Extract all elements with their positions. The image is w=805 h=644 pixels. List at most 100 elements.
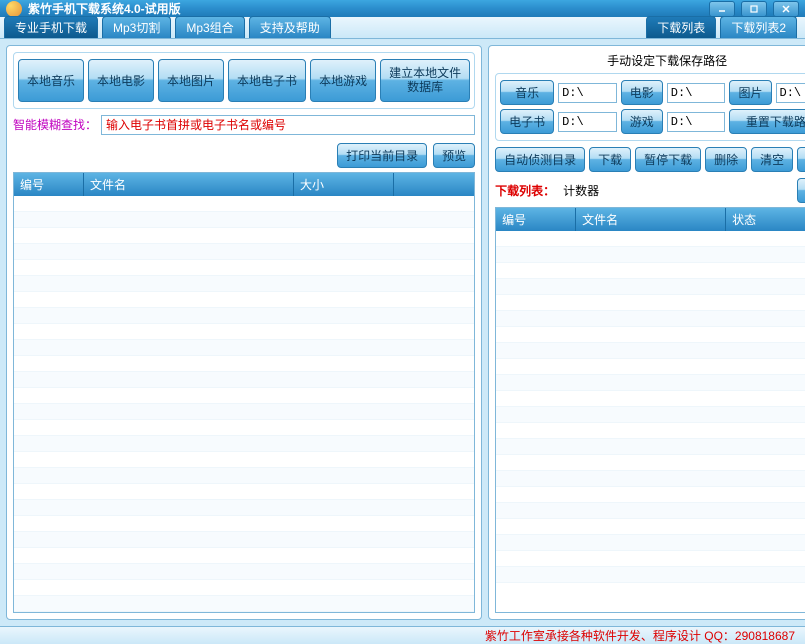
category-button[interactable]: 本地电子书 (228, 59, 306, 102)
reset-path-button[interactable]: 重置下载路径 (729, 109, 805, 134)
column-header[interactable]: 大小 (294, 173, 394, 196)
menu-tab[interactable]: 下载列表 (646, 16, 716, 38)
table-row[interactable] (14, 580, 474, 596)
column-header[interactable]: 编号 (14, 173, 84, 196)
table-row[interactable] (14, 500, 474, 516)
menu-tab[interactable]: 支持及帮助 (249, 16, 331, 38)
column-header[interactable]: 编号 (496, 208, 576, 231)
minimize-button[interactable] (709, 1, 735, 17)
search-input[interactable] (101, 115, 475, 135)
search-label: 智能模糊查找： (13, 116, 97, 133)
table-row[interactable] (496, 375, 805, 391)
toolbar-button[interactable]: 清空 (751, 147, 793, 172)
table-row[interactable] (496, 359, 805, 375)
table-row[interactable] (14, 260, 474, 276)
table-row[interactable] (496, 567, 805, 583)
table-row[interactable] (496, 247, 805, 263)
category-button[interactable]: 本地电影 (88, 59, 154, 102)
table-row[interactable] (14, 292, 474, 308)
path-input[interactable] (558, 112, 617, 132)
table-row[interactable] (14, 468, 474, 484)
table-row[interactable] (496, 439, 805, 455)
table-row[interactable] (14, 436, 474, 452)
column-header[interactable]: 文件名 (576, 208, 726, 231)
table-row[interactable] (496, 295, 805, 311)
path-input[interactable] (558, 83, 617, 103)
menubar: 专业手机下载Mp3切割Mp3组合支持及帮助 下载列表下载列表2 (0, 17, 805, 39)
table-row[interactable] (14, 404, 474, 420)
table-row[interactable] (496, 423, 805, 439)
table-body[interactable] (496, 231, 805, 612)
table-row[interactable] (14, 596, 474, 612)
table-row[interactable] (496, 279, 805, 295)
table-row[interactable] (14, 324, 474, 340)
table-row[interactable] (14, 196, 474, 212)
table-row[interactable] (14, 308, 474, 324)
table-body[interactable] (14, 196, 474, 612)
table-row[interactable] (496, 535, 805, 551)
close-button[interactable] (773, 1, 799, 17)
table-row[interactable] (14, 548, 474, 564)
build-db-button[interactable]: 建立本地文件数据库 (380, 59, 470, 102)
table-row[interactable] (14, 388, 474, 404)
table-row[interactable] (496, 231, 805, 247)
menu-tab[interactable]: 下载列表2 (720, 16, 797, 38)
table-row[interactable] (496, 471, 805, 487)
preview-button[interactable]: 预览 (433, 143, 475, 168)
path-label-button[interactable]: 电影 (621, 80, 663, 105)
path-label-button[interactable]: 图片 (729, 80, 771, 105)
toolbar-button[interactable]: 暂停下载 (635, 147, 701, 172)
toolbar-button[interactable]: 删除 (705, 147, 747, 172)
table-row[interactable] (496, 391, 805, 407)
toolbar-button[interactable]: 打开 (797, 147, 805, 172)
table-row[interactable] (14, 452, 474, 468)
table-row[interactable] (14, 276, 474, 292)
table-row[interactable] (14, 484, 474, 500)
table-row[interactable] (14, 372, 474, 388)
table-row[interactable] (496, 263, 805, 279)
table-row[interactable] (14, 516, 474, 532)
counter-label: 计数器 (563, 182, 599, 199)
table-row[interactable] (496, 503, 805, 519)
table-row[interactable] (14, 228, 474, 244)
table-row[interactable] (496, 311, 805, 327)
table-row[interactable] (14, 212, 474, 228)
menu-tab[interactable]: Mp3组合 (175, 16, 244, 38)
path-input[interactable] (667, 112, 726, 132)
path-input[interactable] (776, 83, 805, 103)
path-label-button[interactable]: 电子书 (500, 109, 554, 134)
toolbar-button[interactable]: 下载 (589, 147, 631, 172)
category-button[interactable]: 本地图片 (158, 59, 224, 102)
path-label-button[interactable]: 游戏 (621, 109, 663, 134)
column-header[interactable]: 状态 (726, 208, 805, 231)
toolbar-button[interactable]: 自动侦测目录 (495, 147, 585, 172)
category-button[interactable]: 本地游戏 (310, 59, 376, 102)
download-table: 编号文件名状态 (495, 207, 805, 613)
category-button[interactable]: 本地音乐 (18, 59, 84, 102)
table-row[interactable] (496, 455, 805, 471)
table-row[interactable] (496, 519, 805, 535)
menu-tab[interactable]: Mp3切割 (102, 16, 171, 38)
menu-tab[interactable]: 专业手机下载 (4, 16, 98, 38)
settle-button[interactable]: 结账 (797, 178, 805, 203)
table-row[interactable] (14, 564, 474, 580)
path-input[interactable] (667, 83, 726, 103)
window-title: 紫竹手机下载系统4.0-试用版 (28, 0, 709, 17)
path-label-button[interactable]: 音乐 (500, 80, 554, 105)
table-row[interactable] (14, 356, 474, 372)
download-status-row: 下载列表： 计数器 结账 (495, 178, 805, 203)
table-row[interactable] (14, 340, 474, 356)
table-row[interactable] (496, 407, 805, 423)
table-row[interactable] (496, 327, 805, 343)
table-row[interactable] (14, 244, 474, 260)
table-row[interactable] (14, 532, 474, 548)
maximize-button[interactable] (741, 1, 767, 17)
column-header[interactable]: 文件名 (84, 173, 294, 196)
table-row[interactable] (496, 343, 805, 359)
table-row[interactable] (496, 551, 805, 567)
main-area: 本地音乐本地电影本地图片本地电子书本地游戏建立本地文件数据库 智能模糊查找： 打… (0, 39, 805, 626)
table-row[interactable] (14, 420, 474, 436)
print-dir-button[interactable]: 打印当前目录 (337, 143, 427, 168)
table-row[interactable] (496, 487, 805, 503)
local-panel: 本地音乐本地电影本地图片本地电子书本地游戏建立本地文件数据库 智能模糊查找： 打… (6, 45, 482, 620)
